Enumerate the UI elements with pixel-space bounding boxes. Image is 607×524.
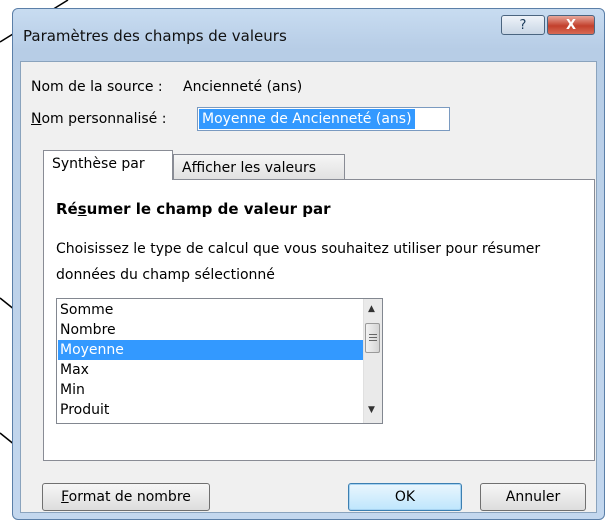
list-item-selected[interactable]: Moyenne (58, 340, 365, 360)
help-icon: ? (519, 17, 527, 33)
tab-show-values-label: Afficher les valeurs (182, 160, 317, 176)
dialog-title: Paramètres des champs de valeurs (23, 27, 287, 45)
cancel-button[interactable]: Annuler (480, 483, 586, 511)
scroll-thumb[interactable] (365, 323, 380, 353)
list-item[interactable]: Max (58, 360, 365, 380)
scroll-up-icon[interactable]: ▲ (368, 304, 375, 314)
source-name-label: Nom de la source : (31, 79, 163, 95)
list-item[interactable]: Min (58, 380, 365, 400)
number-format-button[interactable]: Format de nombre (42, 483, 210, 511)
dialog-window: Paramètres des champs de valeurs ? X Nom… (12, 8, 605, 520)
close-button[interactable]: X (547, 15, 595, 35)
ok-button[interactable]: OK (348, 483, 462, 511)
custom-name-value: Moyenne de Ancienneté (ans) (199, 109, 415, 129)
list-item[interactable]: Nombre (58, 320, 365, 340)
section-description: Choisissez le type de calcul que vous so… (56, 241, 541, 283)
tab-panel: Résumer le champ de valeur par Choisisse… (43, 179, 595, 461)
help-button[interactable]: ? (501, 15, 545, 35)
list-scrollbar[interactable]: ▲ ▼ (363, 299, 382, 423)
title-bar[interactable]: Paramètres des champs de valeurs ? X (13, 9, 604, 61)
source-name-value: Ancienneté (ans) (183, 79, 303, 95)
custom-name-label: Nom personnalisé : (31, 111, 167, 127)
tab-show-values[interactable]: Afficher les valeurs (173, 154, 345, 182)
calculation-type-list[interactable]: Somme Nombre Moyenne Max Min Produit ▲ ▼ (56, 298, 383, 424)
tab-summarize-by[interactable]: Synthèse par (43, 150, 173, 180)
tab-summarize-by-label: Synthèse par (52, 156, 145, 172)
close-icon: X (565, 17, 577, 33)
custom-name-input[interactable]: Moyenne de Ancienneté (ans) (197, 107, 450, 131)
list-item[interactable]: Produit (58, 400, 365, 420)
dialog-body: Nom de la source : Ancienneté (ans) Nom … (20, 61, 597, 513)
section-title: Résumer le champ de valeur par (56, 200, 331, 218)
scroll-down-icon[interactable]: ▼ (368, 405, 375, 415)
list-item[interactable]: Somme (58, 300, 365, 320)
